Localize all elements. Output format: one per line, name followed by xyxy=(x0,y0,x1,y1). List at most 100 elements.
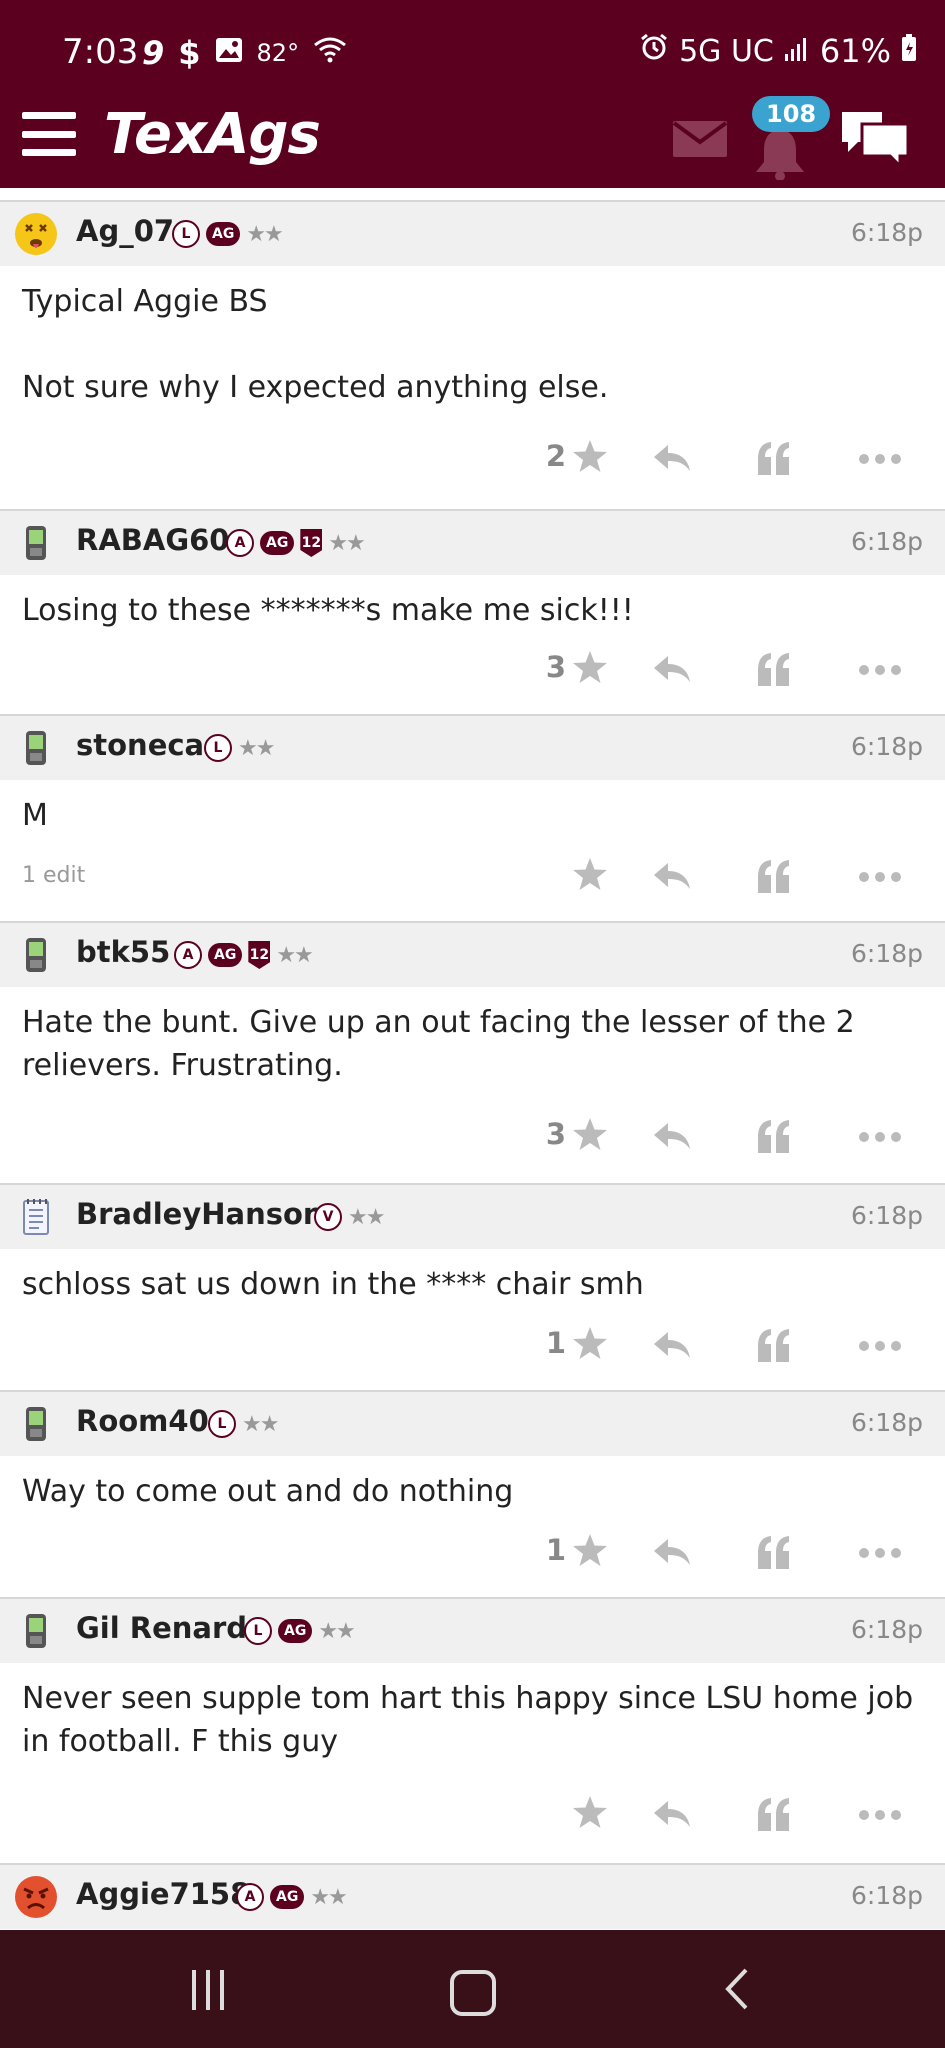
reply-button[interactable] xyxy=(652,654,692,684)
like-button[interactable] xyxy=(528,1795,608,1829)
more-button[interactable] xyxy=(858,1131,902,1143)
reply-button[interactable] xyxy=(652,1799,692,1829)
badge-ag: AG xyxy=(208,943,243,967)
quote-icon xyxy=(758,653,789,686)
like-button[interactable]: 1 xyxy=(528,1533,608,1567)
like-button[interactable] xyxy=(528,857,608,891)
post-header: Aggie7158 A AG ★★ 6:18p xyxy=(0,1865,945,1929)
home-icon[interactable] xyxy=(450,1970,496,2016)
post: RABAG60 A AG 12 ★★ 6:18p Losing to these… xyxy=(0,509,945,714)
more-button[interactable] xyxy=(858,664,902,676)
back-icon[interactable] xyxy=(722,1966,752,2012)
post-time: 6:18p xyxy=(850,527,923,556)
phone-avatar-icon[interactable] xyxy=(14,726,58,770)
post-username[interactable]: Ag_07 xyxy=(76,214,174,248)
badge-l: L xyxy=(204,734,232,762)
post-actions xyxy=(0,1763,945,1863)
recent-apps-icon[interactable] xyxy=(188,1970,228,2010)
reply-button[interactable] xyxy=(652,1330,692,1360)
user-badges: L AG ★★ xyxy=(172,220,284,248)
more-button[interactable] xyxy=(858,1547,902,1559)
menu-icon[interactable] xyxy=(22,112,76,156)
phone-avatar-icon[interactable] xyxy=(14,1609,58,1653)
post-time: 6:18p xyxy=(850,218,923,247)
post-actions: 1 xyxy=(0,1513,945,1597)
more-icon xyxy=(859,454,901,464)
like-count: 1 xyxy=(545,1533,566,1567)
reply-icon xyxy=(654,656,690,682)
wifi-icon xyxy=(313,36,347,71)
quote-button[interactable] xyxy=(756,652,792,686)
battery-percent: 61% xyxy=(819,32,891,70)
more-button[interactable] xyxy=(858,1809,902,1821)
system-nav-bar xyxy=(0,1930,945,2048)
star-icon xyxy=(573,440,607,472)
phone-avatar-icon[interactable] xyxy=(14,933,58,977)
post-username[interactable]: Gil Renard xyxy=(76,1611,247,1645)
reply-button[interactable] xyxy=(652,861,692,891)
like-button[interactable]: 1 xyxy=(528,1326,608,1360)
post: btk55 A AG 12 ★★ 6:18p Hate the bunt. Gi… xyxy=(0,921,945,1183)
post-header: BradleyHanson V ★★ 6:18p xyxy=(0,1185,945,1249)
quote-icon xyxy=(758,1329,789,1362)
post-header: Gil Renard L AG ★★ 6:18p xyxy=(0,1599,945,1663)
reply-button[interactable] xyxy=(652,443,692,473)
reply-icon xyxy=(654,1123,690,1149)
post-username[interactable]: RABAG60 xyxy=(76,523,229,557)
post-header: stoneca L ★★ 6:18p xyxy=(0,716,945,780)
more-button[interactable] xyxy=(858,453,902,465)
quote-icon xyxy=(758,442,789,475)
post-username[interactable]: btk55 xyxy=(76,935,170,969)
notification-badge[interactable]: 108 xyxy=(752,96,831,132)
chat-icon[interactable] xyxy=(838,108,912,168)
dizzy-face-avatar-icon[interactable] xyxy=(14,212,58,256)
like-button[interactable]: 2 xyxy=(528,439,608,473)
post-header: Ag_07 L AG ★★ 6:18p xyxy=(0,202,945,266)
user-badges: L ★★ xyxy=(204,734,275,762)
post: BradleyHanson V ★★ 6:18p schloss sat us … xyxy=(0,1183,945,1390)
post-body: M xyxy=(22,798,48,833)
reply-button[interactable] xyxy=(652,1537,692,1567)
notepad-avatar-icon[interactable] xyxy=(14,1195,58,1239)
star-icon xyxy=(573,651,607,683)
badge-l: L xyxy=(172,220,200,248)
badge-ag: AG xyxy=(206,222,241,246)
edit-count[interactable]: 1 edit xyxy=(22,863,85,888)
reply-button[interactable] xyxy=(652,1121,692,1151)
more-button[interactable] xyxy=(858,1340,902,1352)
like-button[interactable]: 3 xyxy=(528,1117,608,1151)
post-username[interactable]: stoneca xyxy=(76,728,204,762)
phone-avatar-icon[interactable] xyxy=(14,1402,58,1446)
reply-icon xyxy=(654,1539,690,1565)
post-time: 6:18p xyxy=(850,1201,923,1230)
user-badges: A AG 12 ★★ xyxy=(174,941,314,969)
more-button[interactable] xyxy=(858,871,902,883)
post-feed: Ag_07 L AG ★★ 6:18p Typical Aggie BS Not… xyxy=(0,200,945,1929)
quote-icon xyxy=(758,1120,789,1153)
quote-button[interactable] xyxy=(756,1535,792,1569)
post-username[interactable]: Aggie7158 xyxy=(76,1877,250,1911)
post: Aggie7158 A AG ★★ 6:18p xyxy=(0,1863,945,1929)
reply-icon xyxy=(654,1332,690,1358)
mail-icon[interactable] xyxy=(672,120,728,158)
star-icon xyxy=(573,858,607,890)
phone-avatar-icon[interactable] xyxy=(14,521,58,565)
image-icon xyxy=(215,37,243,70)
like-button[interactable]: 3 xyxy=(528,650,608,684)
angry-face-avatar-icon[interactable] xyxy=(14,1875,58,1919)
quote-button[interactable] xyxy=(756,1328,792,1362)
post-actions: 1 edit xyxy=(0,837,945,921)
quote-button[interactable] xyxy=(756,1797,792,1831)
post-username[interactable]: BradleyHanson xyxy=(76,1197,324,1231)
star-icon xyxy=(573,1118,607,1150)
texags-logo[interactable]: TexAgs xyxy=(104,102,321,167)
quote-button[interactable] xyxy=(756,441,792,475)
rank-stars-icon: ★★ xyxy=(238,735,275,761)
post-username[interactable]: Room40 xyxy=(76,1404,209,1438)
bell-icon[interactable] xyxy=(752,128,808,180)
more-icon xyxy=(859,872,901,882)
quote-button[interactable] xyxy=(756,1119,792,1153)
dollar-icon: $ xyxy=(178,34,201,72)
more-icon xyxy=(859,1810,901,1820)
quote-button[interactable] xyxy=(756,859,792,893)
